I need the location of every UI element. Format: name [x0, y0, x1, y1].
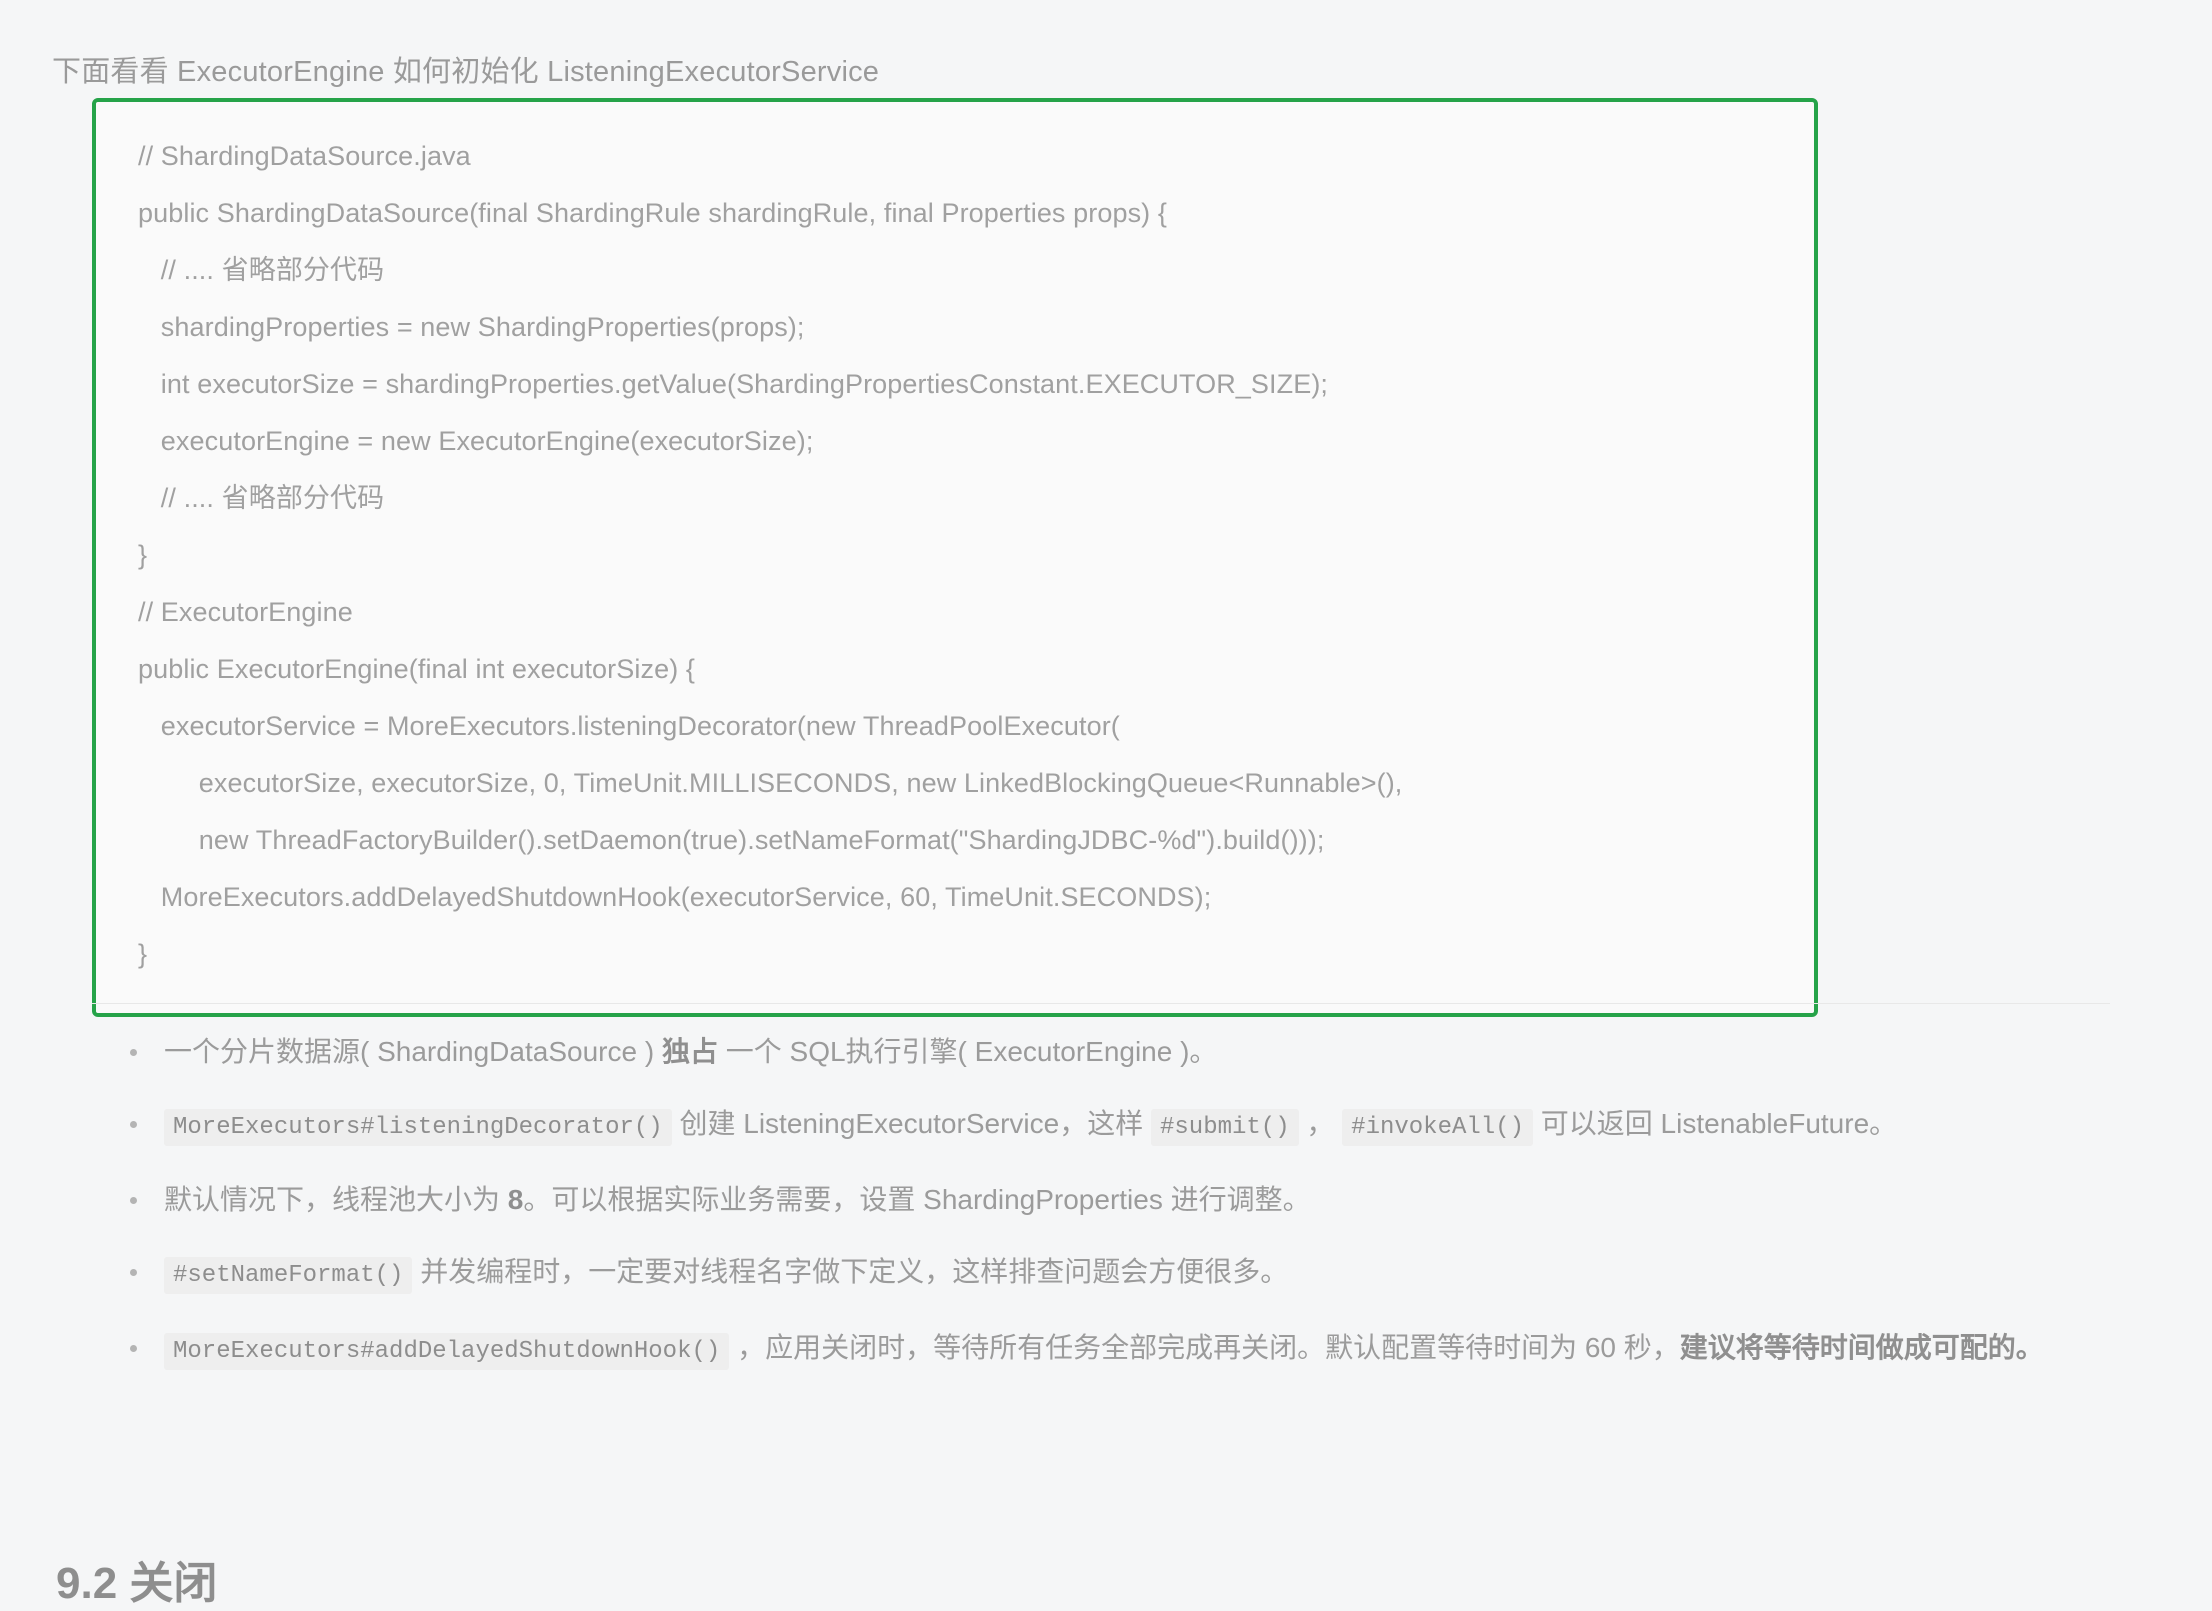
intro-paragraph: 下面看看 ExecutorEngine 如何初始化 ListeningExecu…: [52, 56, 880, 88]
emphasis-text: 8: [507, 1184, 524, 1215]
next-section-heading: 9.2 关闭: [56, 1558, 218, 1608]
code-line: public ShardingDataSource(final Sharding…: [138, 198, 1167, 228]
bullet-text: 一个分片数据源( ShardingDataSource ): [164, 1036, 662, 1067]
code-line: public ExecutorEngine(final int executor…: [138, 654, 695, 684]
code-line: int executorSize = shardingProperties.ge…: [138, 369, 1329, 399]
inline-code: MoreExecutors#addDelayedShutdownHook(): [164, 1333, 730, 1370]
inline-code: MoreExecutors#listeningDecorator(): [164, 1109, 672, 1146]
bullet-text: 可以返回 ListenableFuture。: [1533, 1108, 1898, 1139]
code-line: executorSize, executorSize, 0, TimeUnit.…: [138, 768, 1403, 798]
code-line: MoreExecutors.addDelayedShutdownHook(exe…: [138, 882, 1212, 912]
code-line: new ThreadFactoryBuilder().setDaemon(tru…: [138, 825, 1325, 855]
code-line: // .... 省略部分代码: [138, 483, 385, 513]
bullet-sharding-datasource: 一个分片数据源( ShardingDataSource ) 独占 一个 SQL执…: [106, 1022, 2166, 1082]
bullet-text: 创建 ListeningExecutorService，这样: [671, 1108, 1151, 1139]
emphasis-text: 独占: [661, 1036, 718, 1067]
bullet-text: 。可以根据实际业务需要，设置 ShardingProperties 进行调整。: [523, 1184, 1311, 1215]
bullet-add-delayed-shutdown-hook: MoreExecutors#addDelayedShutdownHook() ，…: [106, 1318, 2166, 1382]
inline-code: #setNameFormat(): [164, 1257, 413, 1294]
code-lines: // ShardingDataSource.java public Shardin…: [96, 128, 1814, 983]
bullet-listening-decorator: MoreExecutors#listeningDecorator() 创建 Li…: [106, 1094, 2166, 1158]
bullet-text: ，应用关闭时，等待所有任务全部完成再关闭。默认配置等待时间为 60 秒，: [729, 1332, 1680, 1363]
code-block-highlighted: // ShardingDataSource.java public Shardin…: [92, 98, 1818, 1017]
notes-list: 一个分片数据源( ShardingDataSource ) 独占 一个 SQL执…: [106, 1022, 2166, 1394]
bullet-text: 默认情况下，线程池大小为: [164, 1184, 508, 1215]
code-line: shardingProperties = new ShardingPropert…: [138, 312, 805, 342]
code-line: // ExecutorEngine: [138, 597, 353, 627]
bullet-text: 一个 SQL执行引擎( ExecutorEngine )。: [717, 1036, 1218, 1067]
code-line: executorService = MoreExecutors.listenin…: [138, 711, 1120, 741]
bullet-set-name-format: #setNameFormat() 并发编程时，一定要对线程名字做下定义，这样排查…: [106, 1242, 2166, 1306]
inline-code: #submit(): [1150, 1109, 1299, 1146]
code-line: // ShardingDataSource.java: [138, 141, 471, 171]
bullet-text: ，: [1298, 1108, 1343, 1139]
bullet-text: 并发编程时，一定要对线程名字做下定义，这样排查问题会方便很多。: [412, 1256, 1289, 1287]
bullet-default-pool-size: 默认情况下，线程池大小为 8。可以根据实际业务需要，设置 ShardingPro…: [106, 1170, 2166, 1230]
code-line: }: [138, 939, 148, 969]
code-line: }: [138, 540, 148, 570]
inline-code: #invokeAll(): [1342, 1109, 1533, 1146]
code-line: // .... 省略部分代码: [138, 255, 385, 285]
emphasis-text: 建议将等待时间做成可配的。: [1679, 1332, 2044, 1363]
article-page: 下面看看 ExecutorEngine 如何初始化 ListeningExecu…: [0, 0, 2212, 1608]
section-divider: [92, 1003, 2110, 1004]
code-line: executorEngine = new ExecutorEngine(exec…: [138, 426, 814, 456]
